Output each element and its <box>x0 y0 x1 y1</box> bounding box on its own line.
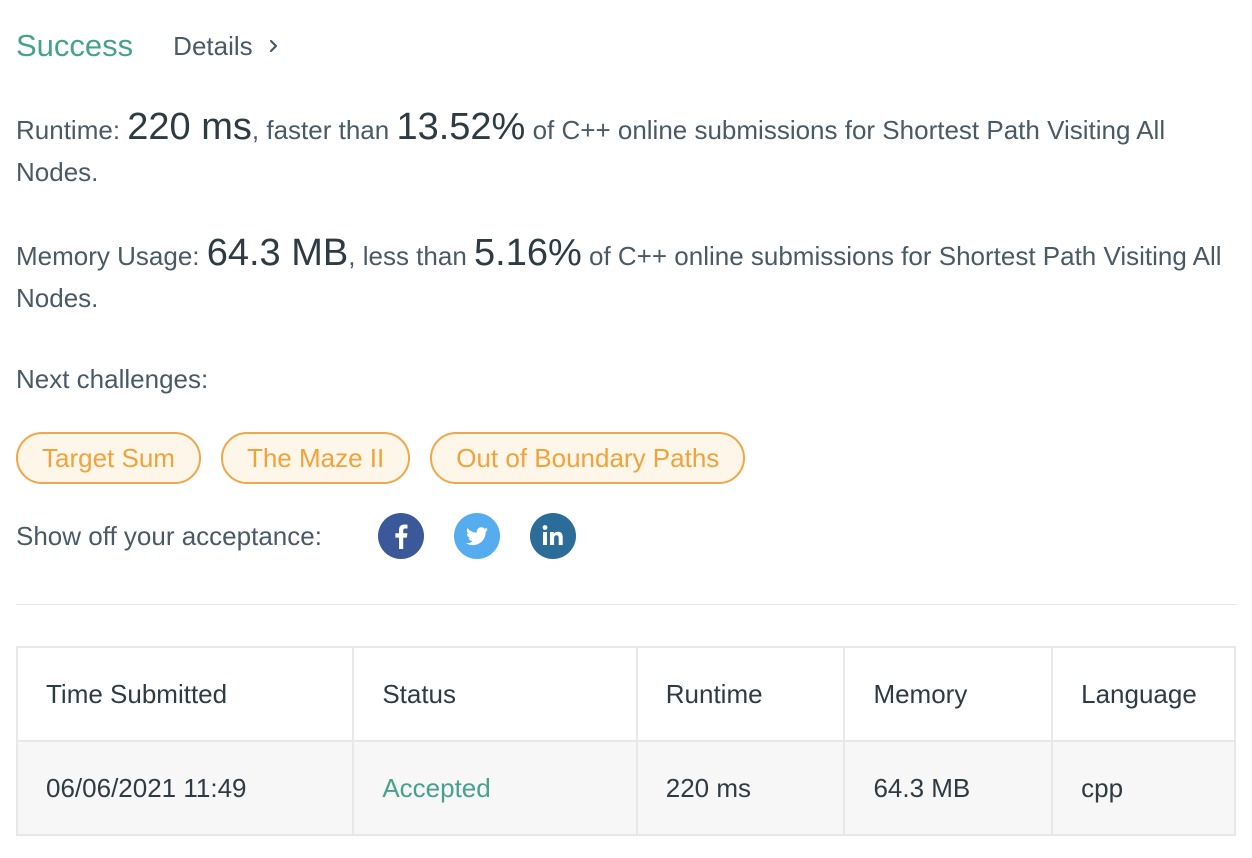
runtime-value: 220 ms <box>127 106 252 148</box>
linkedin-share-button[interactable] <box>529 513 576 559</box>
facebook-icon <box>395 524 408 549</box>
challenge-chip[interactable]: Target Sum <box>16 432 201 484</box>
cell-runtime: 220 ms <box>635 740 846 836</box>
result-header: Success Details <box>16 24 281 68</box>
runtime-label: Runtime: <box>16 115 121 145</box>
share-label: Show off your acceptance: <box>16 520 322 551</box>
cell-language: cpp <box>1051 740 1236 836</box>
cell-memory: 64.3 MB <box>843 740 1054 836</box>
divider <box>16 604 1236 605</box>
submissions-table: Time Submitted Status Runtime Memory Lan… <box>15 646 1236 836</box>
twitter-icon <box>465 527 488 546</box>
table-header-row: Time Submitted Status Runtime Memory Lan… <box>15 646 1236 742</box>
runtime-stat: Runtime: 220 ms, faster than 13.52% of C… <box>16 106 1241 193</box>
challenge-chip[interactable]: Out of Boundary Paths <box>430 432 746 484</box>
next-challenges-label: Next challenges: <box>16 364 209 394</box>
twitter-share-button[interactable] <box>453 513 500 559</box>
column-header-runtime[interactable]: Runtime <box>635 646 846 742</box>
memory-stat: Memory Usage: 64.3 MB, less than 5.16% o… <box>16 232 1241 319</box>
memory-percent: 5.16% <box>474 232 582 274</box>
memory-label: Memory Usage: <box>16 241 200 271</box>
facebook-share-button[interactable] <box>377 513 424 559</box>
chevron-right-icon <box>269 39 277 53</box>
memory-value: 64.3 MB <box>206 232 349 274</box>
share-row: Show off your acceptance: <box>16 512 576 560</box>
cell-status-link[interactable]: Accepted <box>352 740 638 836</box>
column-header-memory[interactable]: Memory <box>843 646 1054 742</box>
table-row: 06/06/2021 11:49 Accepted 220 ms 64.3 MB… <box>15 740 1236 836</box>
column-header-time-submitted[interactable]: Time Submitted <box>15 646 355 742</box>
details-label: Details <box>173 30 253 61</box>
next-challenges-list: Target Sum The Maze II Out of Boundary P… <box>16 432 746 484</box>
runtime-percent: 13.52% <box>396 106 526 148</box>
linkedin-icon <box>542 525 563 545</box>
column-header-status[interactable]: Status <box>352 646 638 742</box>
challenge-chip[interactable]: The Maze II <box>220 432 411 484</box>
runtime-compare-text: , faster than <box>251 115 390 145</box>
memory-compare-text: , less than <box>348 241 467 271</box>
details-link[interactable]: Details <box>173 31 280 62</box>
column-header-language[interactable]: Language <box>1051 646 1236 742</box>
cell-time-submitted: 06/06/2021 11:49 <box>15 740 355 836</box>
status-title: Success <box>16 28 134 63</box>
